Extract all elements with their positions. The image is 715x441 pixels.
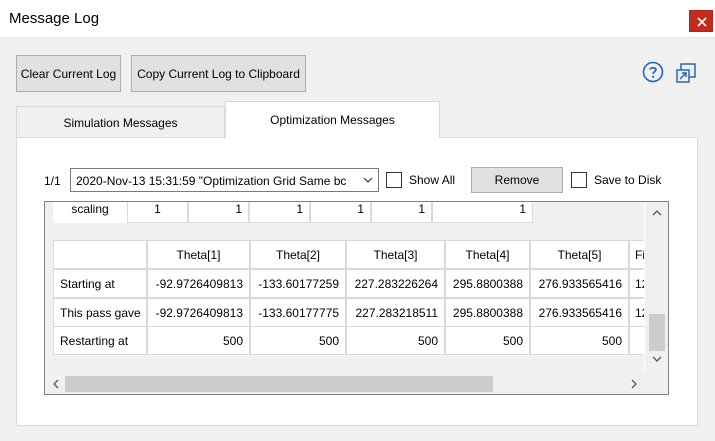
scrollbar-corner <box>644 373 668 394</box>
scaling-label: scaling <box>53 202 127 223</box>
log-select-value: 2020-Nov-13 15:31:59 "Optimization Grid … <box>76 174 347 188</box>
vertical-scroll-thumb[interactable] <box>649 314 665 351</box>
chevron-left-icon[interactable] <box>52 379 59 389</box>
window-popout-icon <box>676 63 696 83</box>
horizontal-scrollbar[interactable] <box>45 373 644 394</box>
column-header[interactable]: Theta[2] <box>250 240 346 269</box>
help-button[interactable] <box>642 61 664 86</box>
question-circle-icon <box>642 61 664 83</box>
table-cell: 12 <box>629 269 644 298</box>
log-pager: 1/1 <box>44 174 61 188</box>
clear-log-button[interactable]: Clear Current Log <box>16 55 121 92</box>
column-header[interactable]: Theta[4] <box>445 240 530 269</box>
chevron-right-icon[interactable] <box>631 379 638 389</box>
copy-log-button[interactable]: Copy Current Log to Clipboard <box>131 55 306 92</box>
title-bar: Message Log <box>0 0 715 38</box>
table-cell: -133.60177775 <box>250 298 346 327</box>
column-header[interactable]: Theta[5] <box>530 240 629 269</box>
show-all-checkbox[interactable]: Show All <box>386 172 455 188</box>
table-cell: -133.60177259 <box>250 269 346 298</box>
table-cell <box>629 326 644 355</box>
table-cell: 500 <box>250 326 346 355</box>
chevron-up-icon[interactable] <box>652 209 662 216</box>
scaling-cell: 1 <box>432 202 533 223</box>
table-cell: 276.933565416 <box>530 298 629 327</box>
popout-button[interactable] <box>675 62 697 87</box>
close-icon <box>697 17 707 27</box>
vertical-scrollbar[interactable] <box>645 202 668 373</box>
show-all-label: Show All <box>409 173 456 187</box>
row-label: Starting at <box>53 269 147 298</box>
row-label: Restarting at <box>53 326 147 355</box>
tab-strip: Simulation Messages Optimization Message… <box>16 101 698 138</box>
horizontal-scroll-thumb[interactable] <box>65 376 493 392</box>
scaling-cell: 1 <box>127 202 188 223</box>
table-cell: -92.9726409813 <box>147 269 250 298</box>
scaling-cell: 1 <box>371 202 432 223</box>
table-cell: 276.933565416 <box>530 269 629 298</box>
table-cell: 295.8800388 <box>445 298 530 327</box>
column-header[interactable]: Fis <box>629 240 644 269</box>
tab-simulation-messages[interactable]: Simulation Messages <box>16 106 225 138</box>
table-cell: 227.283226264 <box>346 269 445 298</box>
column-header[interactable]: Theta[1] <box>147 240 250 269</box>
show-all-box[interactable] <box>386 172 402 188</box>
table-cell: -92.9726409813 <box>147 298 250 327</box>
table-cell: 500 <box>445 326 530 355</box>
log-select[interactable]: 2020-Nov-13 15:31:59 "Optimization Grid … <box>70 168 379 192</box>
table-cell: 500 <box>147 326 250 355</box>
chevron-down-icon <box>363 177 373 183</box>
chevron-down-icon[interactable] <box>652 356 662 363</box>
log-grid: scaling 1 1 1 1 1 1 Theta[1] Theta[2] Th… <box>44 201 669 395</box>
scaling-cell: 1 <box>310 202 371 223</box>
header-corner <box>53 240 147 269</box>
scaling-cell: 1 <box>188 202 249 223</box>
remove-button[interactable]: Remove <box>471 167 563 193</box>
window-title: Message Log <box>9 10 100 27</box>
save-to-disk-label: Save to Disk <box>594 173 662 187</box>
table-cell: 12 <box>629 298 644 327</box>
table-cell: 227.283218511 <box>346 298 445 327</box>
scaling-cell: 1 <box>249 202 310 223</box>
tab-optimization-messages[interactable]: Optimization Messages <box>225 101 440 138</box>
table-cell: 500 <box>530 326 629 355</box>
table-cell: 295.8800388 <box>445 269 530 298</box>
row-label: This pass gave <box>53 298 147 327</box>
save-to-disk-box[interactable] <box>571 172 587 188</box>
save-to-disk-checkbox[interactable]: Save to Disk <box>571 172 661 188</box>
column-header[interactable]: Theta[3] <box>346 240 445 269</box>
table-cell: 500 <box>346 326 445 355</box>
close-button[interactable] <box>689 10 713 32</box>
grid-content: scaling 1 1 1 1 1 1 Theta[1] Theta[2] Th… <box>45 202 644 373</box>
